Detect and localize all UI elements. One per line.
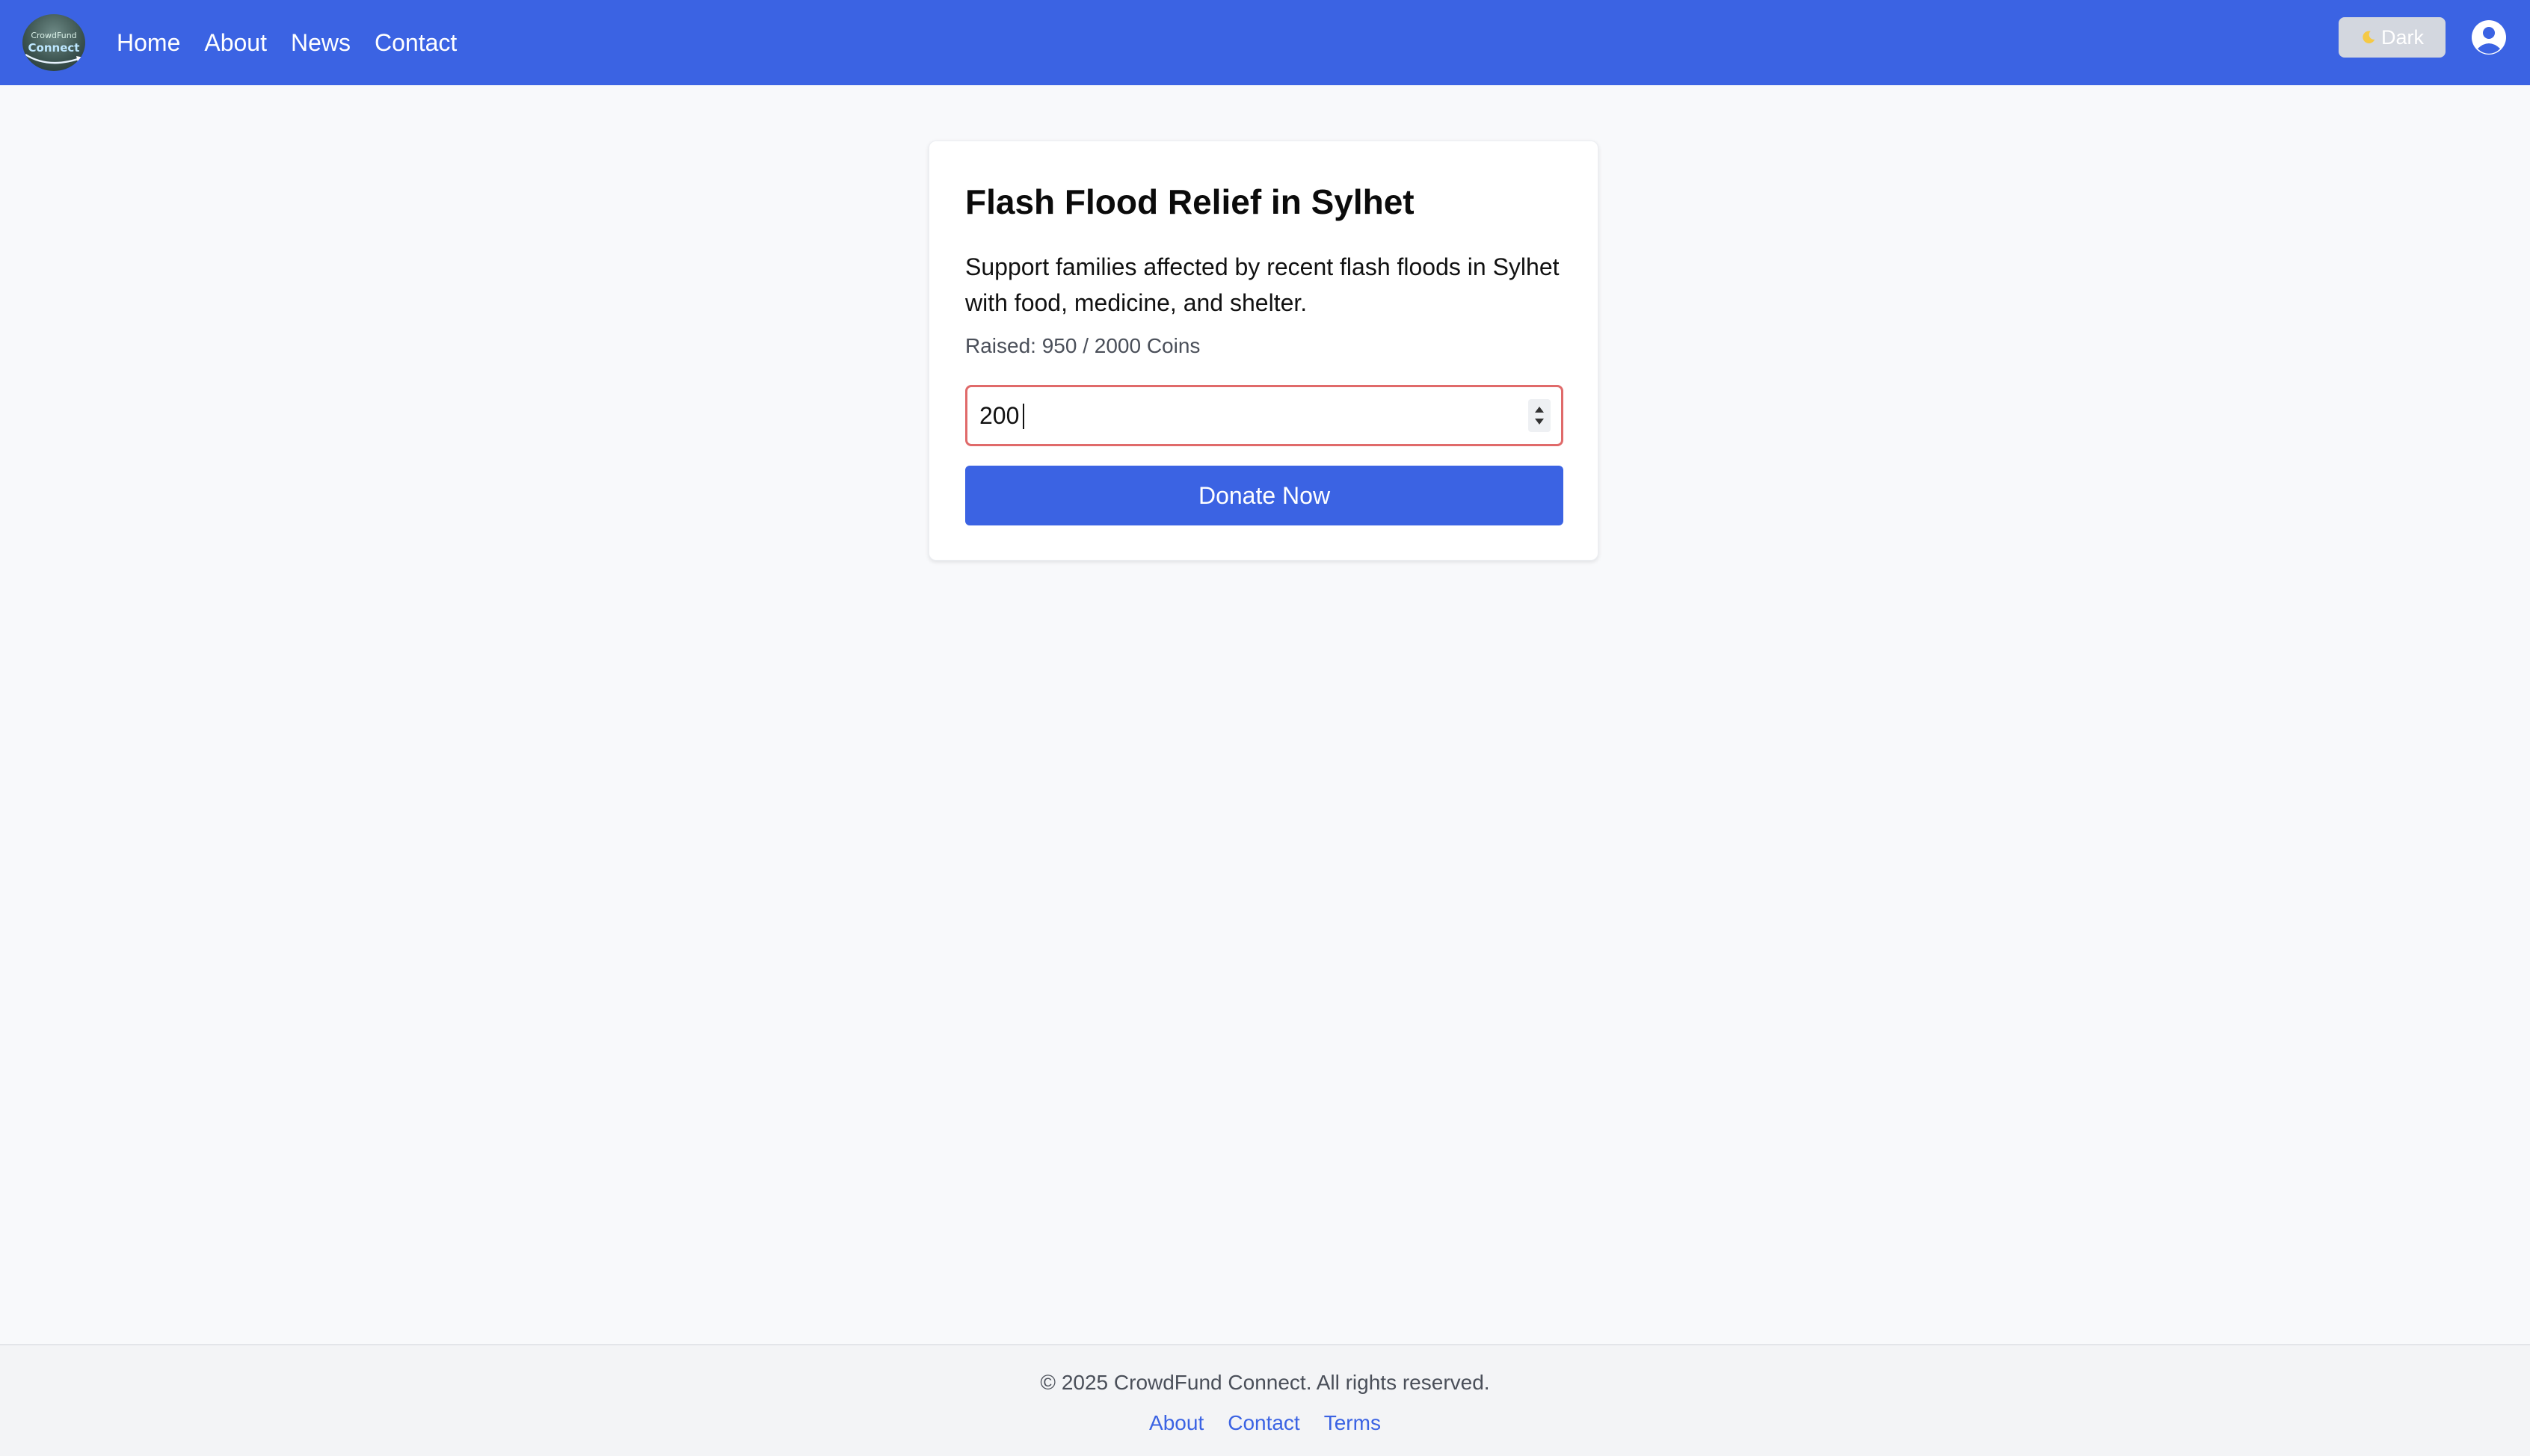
- stepper-up-arrow-icon[interactable]: [1535, 407, 1544, 413]
- page: CrowdFund Connect Home About News Contac…: [0, 0, 2530, 1456]
- amount-stepper[interactable]: [1528, 399, 1551, 432]
- moon-icon: [2363, 31, 2375, 43]
- footer-links: About Contact Terms: [0, 1411, 2530, 1435]
- footer-about-link[interactable]: About: [1149, 1411, 1204, 1435]
- footer-terms-link[interactable]: Terms: [1324, 1411, 1381, 1435]
- text-caret: [1023, 404, 1024, 429]
- donate-now-button[interactable]: Donate Now: [965, 466, 1563, 525]
- nav-home-link[interactable]: Home: [117, 29, 180, 57]
- footer-contact-link[interactable]: Contact: [1228, 1411, 1300, 1435]
- logo[interactable]: CrowdFund Connect: [22, 14, 85, 71]
- nav-about-link[interactable]: About: [204, 29, 267, 57]
- dark-mode-toggle-label: Dark: [2380, 25, 2424, 49]
- main-nav: Home About News Contact: [117, 0, 481, 85]
- user-circle-icon[interactable]: [2470, 19, 2508, 56]
- footer-copyright: © 2025 CrowdFund Connect. All rights res…: [1040, 1371, 1490, 1394]
- campaign-description: Support families affected by recent flas…: [965, 253, 1560, 316]
- campaign-title: Flash Flood Relief in Sylhet: [965, 182, 1415, 221]
- logo-swoosh-icon: [25, 53, 84, 64]
- donation-amount-input[interactable]: [979, 387, 1503, 444]
- footer: © 2025 CrowdFund Connect. All rights res…: [0, 1344, 2530, 1456]
- navbar: CrowdFund Connect Home About News Contac…: [0, 0, 2530, 85]
- dark-mode-toggle-button[interactable]: Dark: [2339, 17, 2446, 58]
- logo-text-top: CrowdFund: [31, 31, 77, 40]
- nav-news-link[interactable]: News: [291, 29, 351, 57]
- raised-amount-text: Raised: 950 / 2000 Coins: [965, 334, 1201, 357]
- campaign-card: Flash Flood Relief in Sylhet Support fam…: [929, 141, 1598, 561]
- stepper-down-arrow-icon[interactable]: [1535, 419, 1544, 425]
- donation-amount-field[interactable]: [965, 385, 1563, 446]
- nav-contact-link[interactable]: Contact: [375, 29, 457, 57]
